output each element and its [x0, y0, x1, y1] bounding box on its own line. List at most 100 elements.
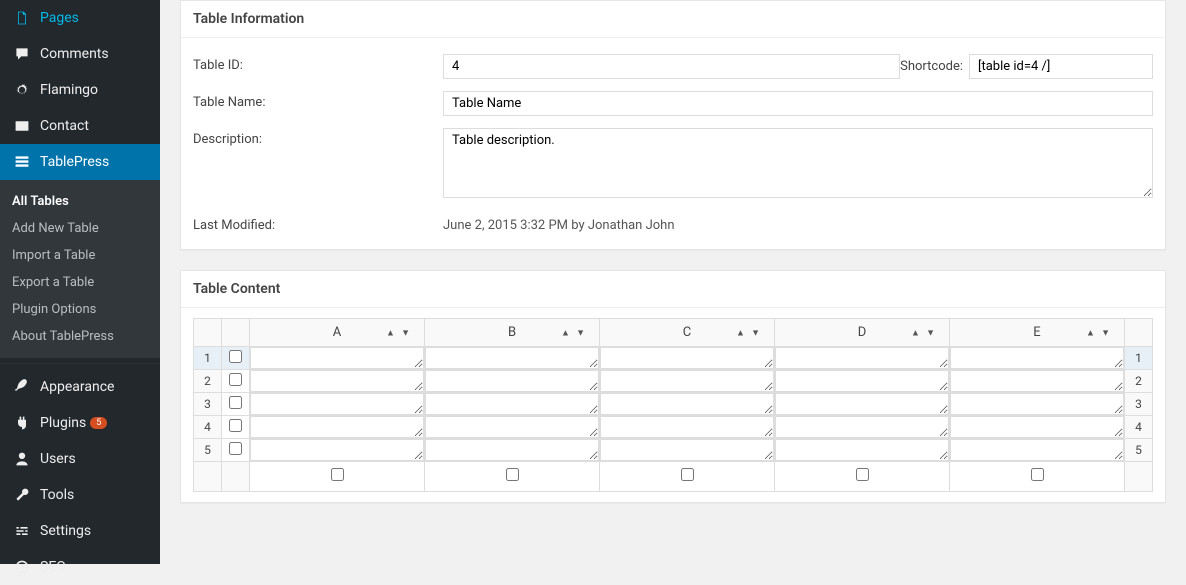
sort-arrows-icon[interactable]: ▲ ▼ [911, 327, 937, 338]
cell-textarea[interactable] [775, 439, 949, 461]
cell-textarea[interactable] [425, 370, 599, 392]
row-select-cell [222, 393, 250, 416]
submenu-all-tables[interactable]: All Tables [0, 188, 160, 215]
cell-textarea[interactable] [425, 393, 599, 415]
sidebar-item-flamingo[interactable]: Flamingo [0, 72, 160, 108]
sidebar-item-pages[interactable]: Pages [0, 0, 160, 36]
cell-textarea[interactable] [600, 439, 774, 461]
column-select-cell [600, 462, 775, 492]
shortcode-input[interactable] [969, 54, 1153, 79]
column-header-A[interactable]: A▲ ▼ [250, 319, 425, 347]
plugins-badge: 5 [90, 417, 107, 429]
row-number[interactable]: 4 [194, 416, 222, 439]
seo-icon [12, 557, 32, 577]
row-number[interactable]: 1 [194, 347, 222, 370]
sidebar-item-contact[interactable]: Contact [0, 108, 160, 144]
cell-textarea[interactable] [425, 416, 599, 438]
sort-arrows-icon[interactable]: ▲ ▼ [561, 327, 587, 338]
row-select-checkbox[interactable] [229, 373, 242, 386]
cell-textarea[interactable] [425, 347, 599, 369]
wrench-icon [12, 485, 32, 505]
sort-arrows-icon[interactable]: ▲ ▼ [736, 327, 762, 338]
cell-textarea[interactable] [250, 416, 424, 438]
column-select-cell [950, 462, 1125, 492]
column-header-E[interactable]: E▲ ▼ [950, 319, 1125, 347]
table-id-input[interactable] [443, 54, 900, 79]
cell-textarea[interactable] [425, 439, 599, 461]
cell-textarea[interactable] [600, 393, 774, 415]
cell-textarea[interactable] [775, 347, 949, 369]
sidebar-item-comments[interactable]: Comments [0, 36, 160, 72]
cell-textarea[interactable] [775, 416, 949, 438]
cell [250, 370, 425, 393]
row-number[interactable]: 2 [194, 370, 222, 393]
cell-textarea[interactable] [250, 347, 424, 369]
row-select-checkbox[interactable] [229, 396, 242, 409]
main-content: Table Information Table ID: Shortcode: T… [160, 0, 1186, 564]
column-select-checkbox[interactable] [506, 468, 519, 481]
cell [250, 393, 425, 416]
column-header-C[interactable]: C▲ ▼ [600, 319, 775, 347]
cell [250, 439, 425, 462]
mail-icon [12, 116, 32, 136]
cell-textarea[interactable] [950, 370, 1124, 392]
description-label: Description: [193, 128, 443, 147]
row-select-checkbox[interactable] [229, 442, 242, 455]
row-number-right[interactable]: 5 [1125, 439, 1153, 462]
table-name-input[interactable] [443, 91, 1153, 116]
column-header-B[interactable]: B▲ ▼ [425, 319, 600, 347]
description-textarea[interactable] [443, 128, 1153, 198]
cell-textarea[interactable] [250, 439, 424, 461]
column-header-D[interactable]: D▲ ▼ [775, 319, 950, 347]
submenu-import-table[interactable]: Import a Table [0, 242, 160, 269]
row-select-checkbox[interactable] [229, 419, 242, 432]
row-number[interactable]: 3 [194, 393, 222, 416]
cell [950, 347, 1125, 370]
sidebar-item-tablepress[interactable]: TablePress [0, 144, 160, 180]
row-number-right[interactable]: 2 [1125, 370, 1153, 393]
cell-textarea[interactable] [600, 416, 774, 438]
column-select-checkbox[interactable] [681, 468, 694, 481]
sort-arrows-icon[interactable]: ▲ ▼ [386, 327, 412, 338]
table-editor-grid: A▲ ▼B▲ ▼C▲ ▼D▲ ▼E▲ ▼1122334455 [193, 318, 1153, 492]
sidebar-item-settings[interactable]: Settings [0, 513, 160, 549]
column-select-checkbox[interactable] [856, 468, 869, 481]
cell-textarea[interactable] [250, 370, 424, 392]
sidebar-item-appearance[interactable]: Appearance [0, 369, 160, 405]
row-number[interactable]: 5 [194, 439, 222, 462]
cell-textarea[interactable] [600, 370, 774, 392]
gear-icon [12, 80, 32, 100]
sidebar-item-users[interactable]: Users [0, 441, 160, 477]
submenu-add-new-table[interactable]: Add New Table [0, 215, 160, 242]
column-select-checkbox[interactable] [331, 468, 344, 481]
shortcode-label: Shortcode: [900, 59, 963, 74]
cell-textarea[interactable] [250, 393, 424, 415]
row-number-right[interactable]: 3 [1125, 393, 1153, 416]
cell-textarea[interactable] [950, 439, 1124, 461]
cell-textarea[interactable] [950, 393, 1124, 415]
cell [600, 393, 775, 416]
column-select-checkbox[interactable] [1031, 468, 1044, 481]
cell-textarea[interactable] [600, 347, 774, 369]
menu-label: Contact [40, 118, 89, 134]
sidebar-item-plugins[interactable]: Plugins 5 [0, 405, 160, 441]
sidebar-item-seo[interactable]: SEO [0, 549, 160, 585]
cell-textarea[interactable] [950, 347, 1124, 369]
sort-arrows-icon[interactable]: ▲ ▼ [1086, 327, 1112, 338]
cell-textarea[interactable] [950, 416, 1124, 438]
cell [250, 347, 425, 370]
submenu-about-tablepress[interactable]: About TablePress [0, 323, 160, 350]
plug-icon [12, 413, 32, 433]
sidebar-item-tools[interactable]: Tools [0, 477, 160, 513]
submenu-plugin-options[interactable]: Plugin Options [0, 296, 160, 323]
row-select-checkbox[interactable] [229, 350, 242, 363]
submenu-export-table[interactable]: Export a Table [0, 269, 160, 296]
cell-textarea[interactable] [775, 370, 949, 392]
menu-label: Comments [40, 46, 109, 62]
row-number-right[interactable]: 1 [1125, 347, 1153, 370]
row-number-right[interactable]: 4 [1125, 416, 1153, 439]
menu-label: Users [40, 451, 76, 467]
cell [425, 439, 600, 462]
column-select-cell [250, 462, 425, 492]
cell-textarea[interactable] [775, 393, 949, 415]
